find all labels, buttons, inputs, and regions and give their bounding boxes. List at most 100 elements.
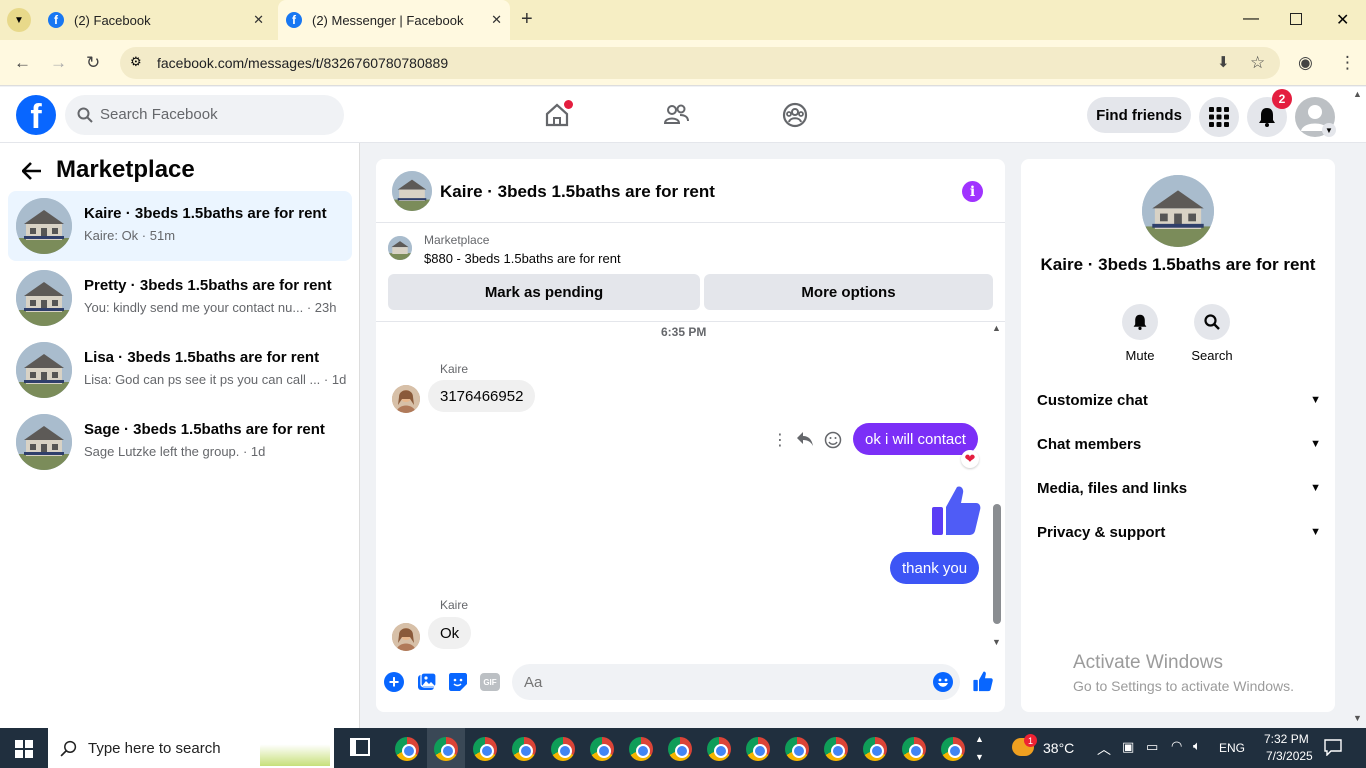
sender-avatar[interactable]: [392, 623, 420, 651]
battery-icon[interactable]: ▭: [1146, 739, 1158, 755]
back-arrow-icon[interactable]: ←: [14, 53, 31, 73]
message-bubble-incoming[interactable]: Ok: [428, 617, 472, 649]
mute-button[interactable]: Mute: [1110, 304, 1170, 363]
page-scroll-up-icon[interactable]: ▲: [1353, 89, 1362, 99]
chrome-taskbar-icon[interactable]: [746, 737, 770, 761]
groups-icon[interactable]: [781, 101, 809, 129]
sender-avatar[interactable]: [392, 385, 420, 413]
reply-icon[interactable]: [796, 431, 814, 447]
emoji-icon[interactable]: [933, 672, 953, 692]
chrome-taskbar-icon[interactable]: [434, 737, 458, 761]
wifi-icon[interactable]: ◠: [1171, 738, 1182, 754]
facebook-logo-icon[interactable]: f: [16, 95, 56, 135]
tab-search-dropdown[interactable]: ▼: [7, 8, 31, 32]
account-chevron-icon[interactable]: ▼: [1322, 123, 1336, 137]
volume-icon[interactable]: 🔈︎: [1193, 738, 1201, 754]
minimize-window-icon[interactable]: —: [1243, 10, 1259, 28]
chat-title[interactable]: Kaire · 3beds 1.5baths are for rent: [440, 182, 715, 202]
menu-grid-button[interactable]: [1199, 97, 1239, 137]
bookmark-star-icon[interactable]: ☆: [1250, 53, 1265, 73]
new-tab-button[interactable]: +: [521, 8, 533, 31]
chat-profile-image[interactable]: [1142, 175, 1214, 247]
temperature-text[interactable]: 38°C: [1043, 740, 1074, 756]
conversation-snippet: Sage Lutzke left the group. · 1d: [84, 444, 266, 459]
chrome-taskbar-icon[interactable]: [941, 737, 965, 761]
message-scrollbar[interactable]: ▲ ▼: [989, 321, 1005, 651]
scroll-down-arrow-icon[interactable]: ▼: [992, 637, 1001, 647]
chat-members-section[interactable]: Chat members ▼: [1037, 424, 1321, 464]
tab-messenger[interactable]: f (2) Messenger | Facebook ✕: [278, 0, 510, 40]
thumbs-up-sticker-icon[interactable]: [931, 485, 981, 537]
language-indicator[interactable]: ENG: [1219, 741, 1245, 755]
react-emoji-icon[interactable]: [824, 431, 842, 449]
url-omnibox[interactable]: ⚙ facebook.com/messages/t/83267607807808…: [120, 47, 1280, 79]
message-bubble-incoming[interactable]: 3176466952: [428, 380, 536, 412]
clock-date[interactable]: 7/3/2025: [1266, 749, 1313, 763]
page-scroll-down-icon[interactable]: ▼: [1353, 713, 1362, 723]
more-actions-plus-icon[interactable]: +: [384, 672, 404, 692]
scroll-up-arrow-icon[interactable]: ▲: [992, 323, 1001, 333]
facebook-search-input[interactable]: Search Facebook: [65, 95, 344, 135]
chrome-taskbar-icon[interactable]: [824, 737, 848, 761]
more-actions-icon[interactable]: ⋮: [772, 430, 788, 450]
taskbar-scroll-arrows-icon[interactable]: ▲ ▼: [975, 730, 984, 766]
message-bubble-outgoing[interactable]: ok i will contact: [853, 423, 978, 455]
notification-center-icon[interactable]: [1324, 739, 1342, 756]
conversation-snippet: You: kindly send me your contact nu... ·…: [84, 300, 337, 315]
site-settings-icon[interactable]: ⚙: [130, 54, 142, 70]
chrome-taskbar-icon[interactable]: [902, 737, 926, 761]
message-composer: + GIF: [376, 659, 1005, 712]
more-options-button[interactable]: More options: [704, 274, 993, 310]
chrome-taskbar-icon[interactable]: [668, 737, 692, 761]
reload-icon[interactable]: ↻: [86, 53, 100, 73]
conversation-item[interactable]: Lisa · 3beds 1.5baths are for rent Lisa:…: [8, 335, 352, 405]
attach-photo-icon[interactable]: [417, 672, 437, 692]
chrome-taskbar-icon[interactable]: [512, 737, 536, 761]
meet-now-icon[interactable]: ▣: [1122, 739, 1134, 755]
back-arrow-icon[interactable]: [22, 162, 42, 180]
forward-arrow-icon[interactable]: →: [50, 53, 67, 73]
heart-reaction-icon[interactable]: ❤: [961, 450, 979, 468]
tab-facebook[interactable]: f (2) Facebook ✕: [40, 0, 272, 40]
clock-time[interactable]: 7:32 PM: [1264, 732, 1309, 746]
chrome-taskbar-icon[interactable]: [590, 737, 614, 761]
close-tab-icon[interactable]: ✕: [253, 12, 264, 28]
windows-start-icon[interactable]: [15, 740, 33, 758]
mark-as-pending-button[interactable]: Mark as pending: [388, 274, 700, 310]
gif-icon[interactable]: GIF: [480, 673, 500, 691]
chrome-taskbar-icon[interactable]: [785, 737, 809, 761]
send-like-icon[interactable]: [973, 671, 993, 692]
friends-icon[interactable]: [662, 101, 690, 129]
show-hidden-icons-icon[interactable]: ︿: [1097, 739, 1111, 759]
close-window-icon[interactable]: ✕: [1336, 10, 1349, 30]
conversation-item[interactable]: Pretty · 3beds 1.5baths are for rent You…: [8, 263, 352, 333]
mute-label: Mute: [1125, 348, 1155, 363]
message-input[interactable]: [512, 664, 960, 700]
browser-menu-icon[interactable]: ⋮: [1339, 53, 1356, 73]
conversation-item[interactable]: Kaire · 3beds 1.5baths are for rent Kair…: [8, 191, 352, 261]
close-tab-icon[interactable]: ✕: [491, 12, 502, 28]
media-files-links-section[interactable]: Media, files and links ▼: [1037, 468, 1321, 508]
message-bubble-outgoing[interactable]: thank you: [890, 552, 980, 584]
search-conversation-button[interactable]: Search: [1182, 304, 1242, 363]
listing-price-title[interactable]: $880 - 3beds 1.5baths are for rent: [424, 251, 621, 266]
sticker-icon[interactable]: [448, 672, 468, 692]
conversation-item[interactable]: Sage · 3beds 1.5baths are for rent Sage …: [8, 407, 352, 477]
privacy-support-section[interactable]: Privacy & support ▼: [1037, 512, 1321, 552]
restore-window-icon[interactable]: [1290, 13, 1302, 25]
profile-icon[interactable]: ◉: [1298, 53, 1313, 73]
taskbar-search-box[interactable]: Type here to search: [48, 728, 334, 768]
customize-chat-section[interactable]: Customize chat ▼: [1037, 380, 1321, 420]
chrome-taskbar-icon[interactable]: [395, 737, 419, 761]
scroll-thumb[interactable]: [993, 504, 1001, 624]
chrome-taskbar-icon[interactable]: [863, 737, 887, 761]
find-friends-button[interactable]: Find friends: [1087, 97, 1191, 133]
install-app-icon[interactable]: ⬇: [1217, 53, 1230, 71]
chrome-taskbar-icon[interactable]: [629, 737, 653, 761]
chrome-taskbar-icon[interactable]: [707, 737, 731, 761]
task-view-icon[interactable]: [350, 738, 370, 756]
chat-avatar[interactable]: [392, 171, 432, 211]
chrome-taskbar-icon[interactable]: [551, 737, 575, 761]
info-icon[interactable]: i: [962, 181, 983, 202]
chrome-taskbar-icon[interactable]: [473, 737, 497, 761]
